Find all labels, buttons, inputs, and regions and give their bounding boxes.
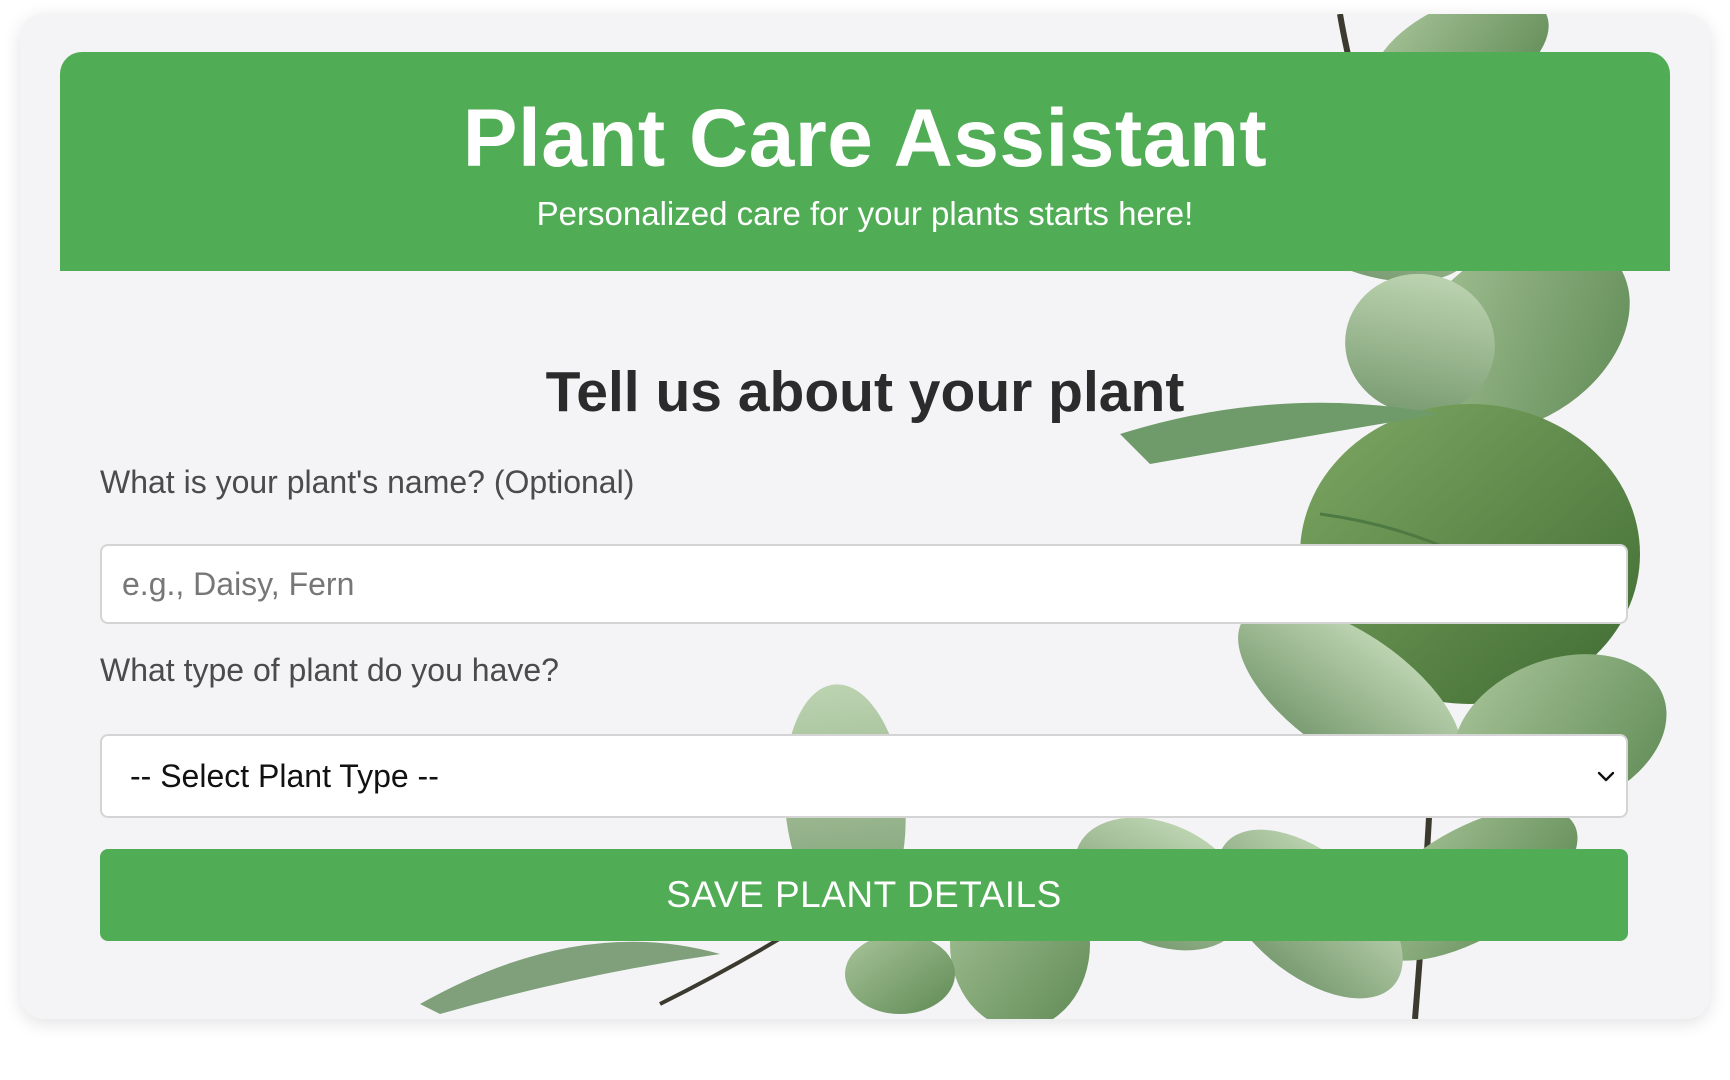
form-card: Plant Care Assistant Personalized care f… (20, 14, 1710, 1019)
chevron-down-icon (1597, 771, 1615, 782)
app-subtitle: Personalized care for your plants starts… (536, 195, 1194, 233)
plant-name-label: What is your plant's name? (Optional) (100, 464, 635, 500)
form-title: Tell us about your plant (545, 360, 1185, 424)
plant-type-selected-value: -- Select Plant Type -- (130, 758, 439, 794)
save-plant-details-button[interactable]: SAVE PLANT DETAILS (100, 849, 1628, 941)
app-header: Plant Care Assistant Personalized care f… (60, 52, 1670, 271)
app-title: Plant Care Assistant (462, 93, 1268, 184)
plant-type-label: What type of plant do you have? (100, 652, 559, 688)
plant-type-select[interactable]: -- Select Plant Type -- (100, 734, 1628, 818)
plant-name-input[interactable] (100, 544, 1628, 624)
